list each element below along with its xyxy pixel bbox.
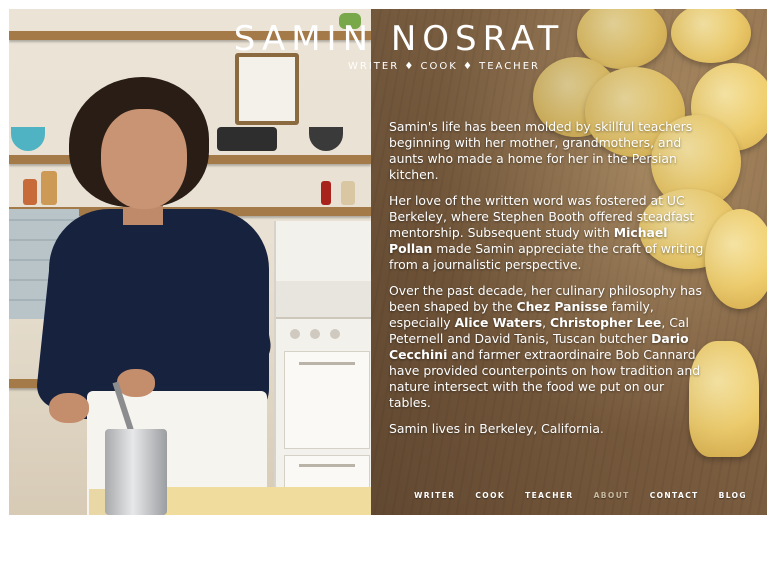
nav-about[interactable]: ABOUT: [584, 491, 640, 500]
pasta-machine: [105, 429, 167, 515]
oven-door: [284, 351, 370, 449]
nav-blog[interactable]: BLOG: [709, 491, 757, 500]
nav-cook[interactable]: COOK: [465, 491, 515, 500]
stove-knob: [330, 329, 340, 339]
person-face: [101, 109, 187, 209]
bowl: [11, 127, 45, 151]
person-sweater: [49, 209, 269, 419]
bio-paragraph-3: Over the past decade, her culinary philo…: [389, 283, 709, 411]
plates: [217, 127, 277, 151]
drawer-handle: [299, 464, 355, 467]
kitchen-photo: [9, 9, 371, 515]
stove-knob: [290, 329, 300, 339]
bio-name-christopher-lee: Christopher Lee: [550, 315, 662, 330]
tortellini: [705, 209, 767, 309]
hero-stage: SAMIN NOSRAT WRITER ♦ COOK ♦ TEACHER Sam…: [9, 9, 767, 515]
bio-text: Samin's life has been molded by skillful…: [389, 119, 709, 447]
site-header: SAMIN NOSRAT WRITER ♦ COOK ♦ TEACHER: [9, 19, 767, 72]
site-tagline: WRITER ♦ COOK ♦ TEACHER: [348, 61, 540, 72]
person-hand: [117, 369, 155, 397]
bio-text-span: made Samin appreciate the craft of writi…: [389, 241, 704, 272]
bio-paragraph-1: Samin's life has been molded by skillful…: [389, 119, 693, 182]
site-title[interactable]: SAMIN NOSRAT: [31, 19, 767, 59]
pepper-mill: [321, 181, 331, 205]
nav-writer[interactable]: WRITER: [404, 491, 465, 500]
jar: [341, 181, 355, 205]
nav-teacher[interactable]: TEACHER: [515, 491, 584, 500]
stove-knob: [310, 329, 320, 339]
pasta-sheet: [139, 487, 371, 515]
stove: [274, 221, 371, 515]
jar: [41, 171, 57, 205]
oven-handle: [299, 362, 355, 365]
bio-name-alice-waters: Alice Waters: [454, 315, 543, 330]
stove-top: [276, 281, 371, 319]
main-nav: WRITER COOK TEACHER ABOUT CONTACT BLOG: [404, 491, 757, 500]
person-hand: [49, 393, 89, 423]
jar: [23, 179, 37, 205]
nav-contact[interactable]: CONTACT: [640, 491, 709, 500]
bowl: [309, 127, 343, 151]
bio-text-span: ,: [542, 315, 551, 330]
bio-paragraph-4: Samin lives in Berkeley, California.: [389, 421, 604, 436]
bio-name-chez-panisse: Chez Panisse: [516, 299, 608, 314]
bio-paragraph-2: Her love of the written word was fostere…: [389, 193, 709, 273]
